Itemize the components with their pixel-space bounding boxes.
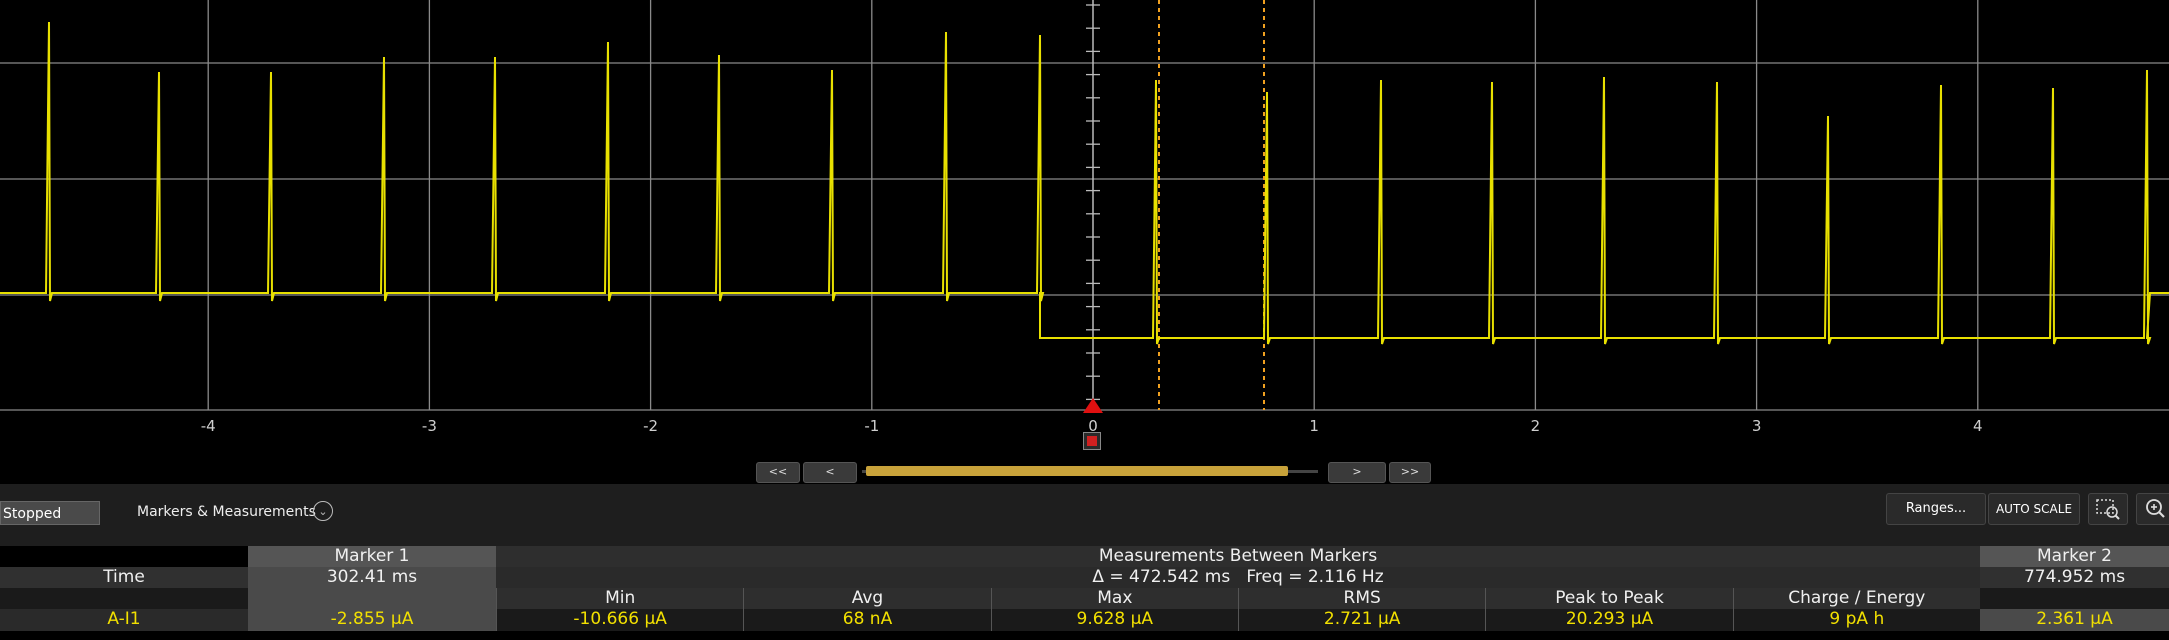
marker1-header: Marker 1 — [248, 546, 496, 567]
scroll-last-button[interactable]: >> — [1389, 462, 1431, 483]
auto-scale-button[interactable]: AUTO SCALE — [1988, 493, 2080, 525]
blank-cell — [0, 588, 248, 609]
marker1-value: -2.855 µA — [248, 609, 496, 631]
scroll-prev-button[interactable]: < — [803, 462, 857, 483]
column-header: Charge / Energy — [1732, 588, 1980, 609]
column-header: RMS — [1238, 588, 1486, 609]
marker2-time: 774.952 ms — [1980, 567, 2169, 588]
measurement-value: -10.666 µA — [496, 609, 744, 631]
marker1-time: 302.41 ms — [248, 567, 496, 588]
measurements-table: Marker 1 Measurements Between Markers Ma… — [0, 546, 2169, 640]
measurement-value: 2.721 µA — [1238, 609, 1486, 631]
zoom-box-icon[interactable] — [2088, 493, 2128, 525]
marker2-value: 2.361 µA — [1980, 609, 2169, 631]
column-header: Min — [496, 588, 744, 609]
measurements-header: Measurements Between Markers — [496, 546, 1980, 567]
x-tick-label: -1 — [864, 417, 880, 435]
x-tick-label: -3 — [421, 417, 437, 435]
marker2-header: Marker 2 — [1980, 546, 2169, 567]
measurement-value: 68 nA — [743, 609, 991, 631]
blank-cell — [1980, 588, 2169, 609]
status-indicator: Stopped — [0, 501, 100, 525]
x-tick-label: 2 — [1530, 417, 1541, 435]
ranges-button[interactable]: Ranges... — [1886, 493, 1986, 525]
trigger-icon — [1083, 398, 1103, 413]
column-header: Avg — [743, 588, 991, 609]
column-header: Max — [990, 588, 1238, 609]
measurement-value: 20.293 µA — [1485, 609, 1733, 631]
plot-canvas[interactable] — [0, 0, 2169, 420]
zoom-in-icon[interactable] — [2136, 493, 2169, 525]
x-tick-label: -2 — [643, 417, 659, 435]
delta-freq: Δ = 472.542 ms Freq = 2.116 Hz — [496, 567, 1980, 588]
channel-label: A-I1 — [0, 609, 248, 631]
chevron-down-icon[interactable]: ⌄ — [313, 501, 333, 521]
scroll-first-button[interactable]: << — [756, 462, 800, 483]
scroll-next-button[interactable]: > — [1328, 462, 1386, 483]
column-header: Peak to Peak — [1485, 588, 1733, 609]
x-tick-label: -4 — [200, 417, 216, 435]
signal-trace — [0, 21, 2169, 345]
measurement-value: 9.628 µA — [990, 609, 1238, 631]
measurement-value: 9 pA h — [1732, 609, 1980, 631]
x-tick-label: 3 — [1751, 417, 1762, 435]
blank-cell — [248, 588, 496, 609]
markers-measurements-label[interactable]: Markers & Measurements — [137, 498, 316, 526]
toolbar: Stopped Markers & Measurements ⌄ Ranges.… — [0, 484, 2169, 546]
scroll-thumb[interactable] — [866, 466, 1288, 476]
trigger-marker-icon[interactable] — [1083, 432, 1101, 450]
x-tick-label: 1 — [1309, 417, 1319, 435]
oscilloscope-plot[interactable]: -4 -3 -2 -1 0 1 2 3 4 — [0, 0, 2169, 475]
time-label: Time — [0, 567, 248, 588]
x-tick-label: 4 — [1973, 417, 1983, 435]
